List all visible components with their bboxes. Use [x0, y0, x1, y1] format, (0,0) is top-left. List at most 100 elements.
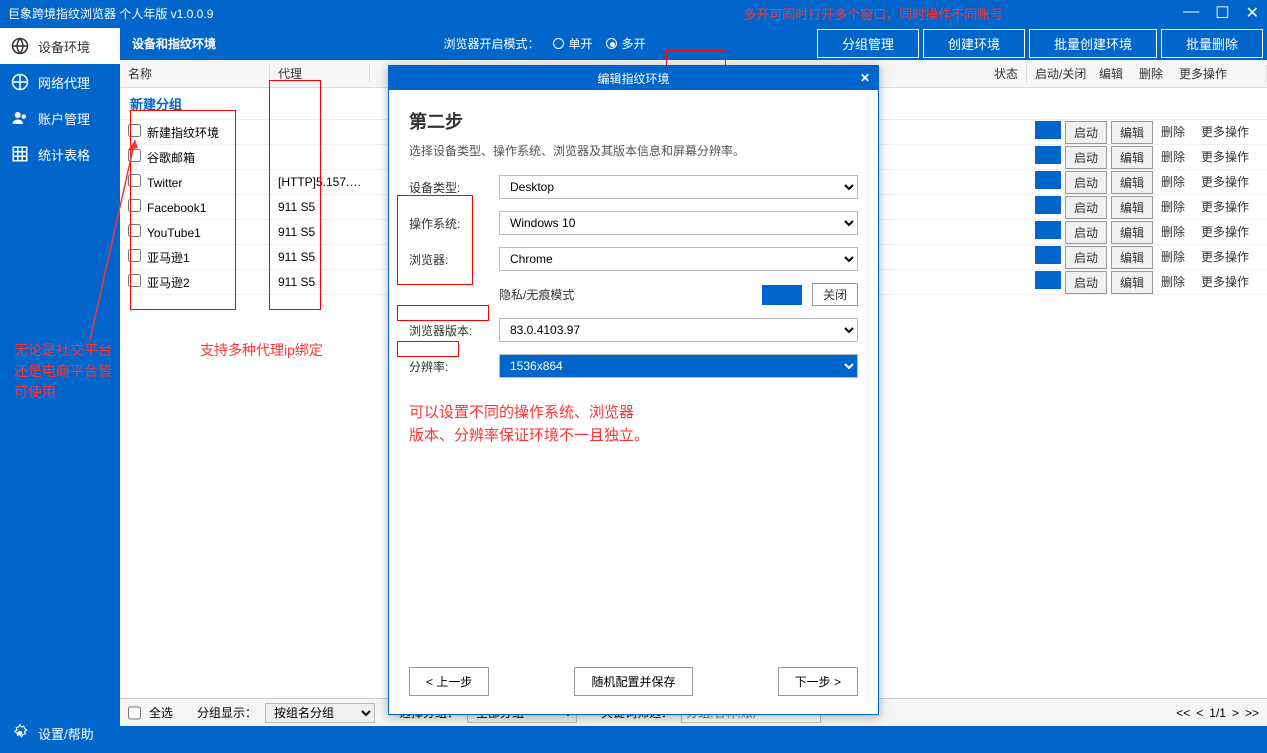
delete-button[interactable]: 删除	[1153, 221, 1193, 244]
col-delete: 删除	[1139, 65, 1179, 82]
maximize-icon[interactable]: ☐	[1215, 3, 1229, 23]
row-checkbox[interactable]	[128, 274, 141, 287]
radio-single[interactable]: 单开	[553, 35, 592, 52]
minimize-icon[interactable]: —	[1183, 3, 1199, 23]
gear-icon	[10, 723, 30, 743]
resolution-label: 分辨率:	[409, 358, 499, 375]
more-button[interactable]: 更多操作	[1193, 171, 1257, 194]
row-proxy: [HTTP]5.157.25.100	[270, 175, 370, 189]
col-startstop: 启动/关闭	[1035, 65, 1099, 82]
app-title: 巨象跨境指纹浏览器 个人年版 v1.0.0.9	[8, 5, 743, 22]
start-button[interactable]: 启动	[1065, 196, 1107, 219]
edit-button[interactable]: 编辑	[1111, 221, 1153, 244]
more-button[interactable]: 更多操作	[1193, 246, 1257, 269]
select-all-label: 全选	[149, 704, 173, 721]
edit-button[interactable]: 编辑	[1111, 271, 1153, 294]
close-icon[interactable]: ✕	[1246, 3, 1259, 23]
edit-button[interactable]: 编辑	[1111, 121, 1153, 144]
start-button[interactable]: 启动	[1065, 121, 1107, 144]
row-proxy: 911 S5	[270, 200, 370, 214]
prev-button[interactable]: < 上一步	[409, 667, 489, 696]
radio-multi-label: 多开	[621, 35, 645, 52]
row-status-indicator	[1035, 271, 1061, 289]
more-button[interactable]: 更多操作	[1193, 221, 1257, 244]
row-checkbox[interactable]	[128, 149, 141, 162]
edit-env-dialog: 编辑指纹环境 ✕ 第二步 选择设备类型、操作系统、浏览器及其版本信息和屏幕分辨率…	[388, 65, 879, 715]
network-icon	[10, 72, 30, 92]
sidebar-item-device-env[interactable]: 设备环境	[0, 28, 120, 64]
sidebar-footer-label: 设置/帮助	[38, 724, 94, 743]
toolbar-label: 设备和指纹环境	[124, 35, 272, 52]
start-button[interactable]: 启动	[1065, 171, 1107, 194]
edit-button[interactable]: 编辑	[1111, 196, 1153, 219]
browser-version-label: 浏览器版本:	[409, 322, 499, 339]
row-status-indicator	[1035, 246, 1061, 264]
sidebar-item-label: 设备环境	[38, 37, 90, 56]
annotation-dialog: 可以设置不同的操作系统、浏览器 版本、分辨率保证环境不一且独立。	[409, 402, 858, 447]
sidebar-item-account-mgmt[interactable]: 账户管理	[0, 100, 120, 136]
group-display-select[interactable]: 按组名分组	[265, 703, 375, 723]
delete-button[interactable]: 删除	[1153, 271, 1193, 294]
start-button[interactable]: 启动	[1065, 146, 1107, 169]
grid-icon	[10, 144, 30, 164]
edit-button[interactable]: 编辑	[1111, 171, 1153, 194]
sidebar-item-label: 账户管理	[38, 109, 90, 128]
dialog-close-icon[interactable]: ✕	[860, 71, 870, 85]
delete-button[interactable]: 删除	[1153, 196, 1193, 219]
row-checkbox[interactable]	[128, 174, 141, 187]
more-button[interactable]: 更多操作	[1193, 196, 1257, 219]
toolbar-btn-1[interactable]: 创建环境	[923, 29, 1025, 58]
sidebar-footer-settings[interactable]: 设置/帮助	[0, 717, 120, 749]
row-checkbox[interactable]	[128, 199, 141, 212]
open-mode-label: 浏览器开启模式：	[443, 35, 539, 52]
delete-button[interactable]: 删除	[1153, 246, 1193, 269]
pager-next[interactable]: >	[1232, 706, 1239, 720]
row-checkbox[interactable]	[128, 224, 141, 237]
browser-version-select[interactable]: 83.0.4103.97	[499, 318, 858, 342]
toolbar: 设备和指纹环境 浏览器开启模式： 单开 多开 分组管理创建环境批量创建环境批量删…	[120, 26, 1267, 60]
start-button[interactable]: 启动	[1065, 271, 1107, 294]
delete-button[interactable]: 删除	[1153, 121, 1193, 144]
start-button[interactable]: 启动	[1065, 246, 1107, 269]
device-type-select[interactable]: Desktop	[499, 175, 858, 199]
row-status-indicator	[1035, 146, 1061, 164]
pager-first[interactable]: <<	[1176, 706, 1190, 720]
more-button[interactable]: 更多操作	[1193, 146, 1257, 169]
row-status-indicator	[1035, 221, 1061, 239]
next-button[interactable]: 下一步 >	[778, 667, 858, 696]
more-button[interactable]: 更多操作	[1193, 271, 1257, 294]
incognito-toggle[interactable]: 关闭	[762, 283, 858, 306]
toolbar-btn-0[interactable]: 分组管理	[817, 29, 919, 58]
dialog-step: 第二步	[409, 108, 858, 134]
pager-last[interactable]: >>	[1245, 706, 1259, 720]
sidebar-item-label: 统计表格	[38, 145, 90, 164]
resolution-select[interactable]: 1536x864	[499, 354, 858, 378]
edit-button[interactable]: 编辑	[1111, 146, 1153, 169]
radio-multi[interactable]: 多开	[606, 35, 645, 52]
toolbar-btn-2[interactable]: 批量创建环境	[1029, 29, 1157, 58]
incognito-value: 关闭	[812, 283, 858, 306]
pager-info: 1/1	[1209, 706, 1226, 720]
col-proxy: 代理	[270, 65, 370, 82]
sidebar-item-label: 网络代理	[38, 73, 90, 92]
toolbar-btn-3[interactable]: 批量删除	[1161, 29, 1263, 58]
sidebar-item-stats-table[interactable]: 统计表格	[0, 136, 120, 172]
pager-prev[interactable]: <	[1196, 706, 1203, 720]
random-save-button[interactable]: 随机配置并保存	[574, 667, 692, 696]
sidebar-item-network-proxy[interactable]: 网络代理	[0, 64, 120, 100]
os-select[interactable]: Windows 10	[499, 211, 858, 235]
more-button[interactable]: 更多操作	[1193, 121, 1257, 144]
edit-button[interactable]: 编辑	[1111, 246, 1153, 269]
row-checkbox[interactable]	[128, 249, 141, 262]
row-name: YouTube1	[147, 226, 201, 240]
row-name: 新建指纹环境	[147, 126, 219, 140]
group-display-label: 分组显示：	[197, 704, 257, 721]
delete-button[interactable]: 删除	[1153, 146, 1193, 169]
delete-button[interactable]: 删除	[1153, 171, 1193, 194]
select-all-checkbox[interactable]	[128, 703, 141, 723]
row-status-indicator	[1035, 196, 1061, 214]
browser-select[interactable]: Chrome	[499, 247, 858, 271]
incognito-label: 隐私/无痕模式	[499, 286, 574, 303]
row-checkbox[interactable]	[128, 124, 141, 137]
start-button[interactable]: 启动	[1065, 221, 1107, 244]
